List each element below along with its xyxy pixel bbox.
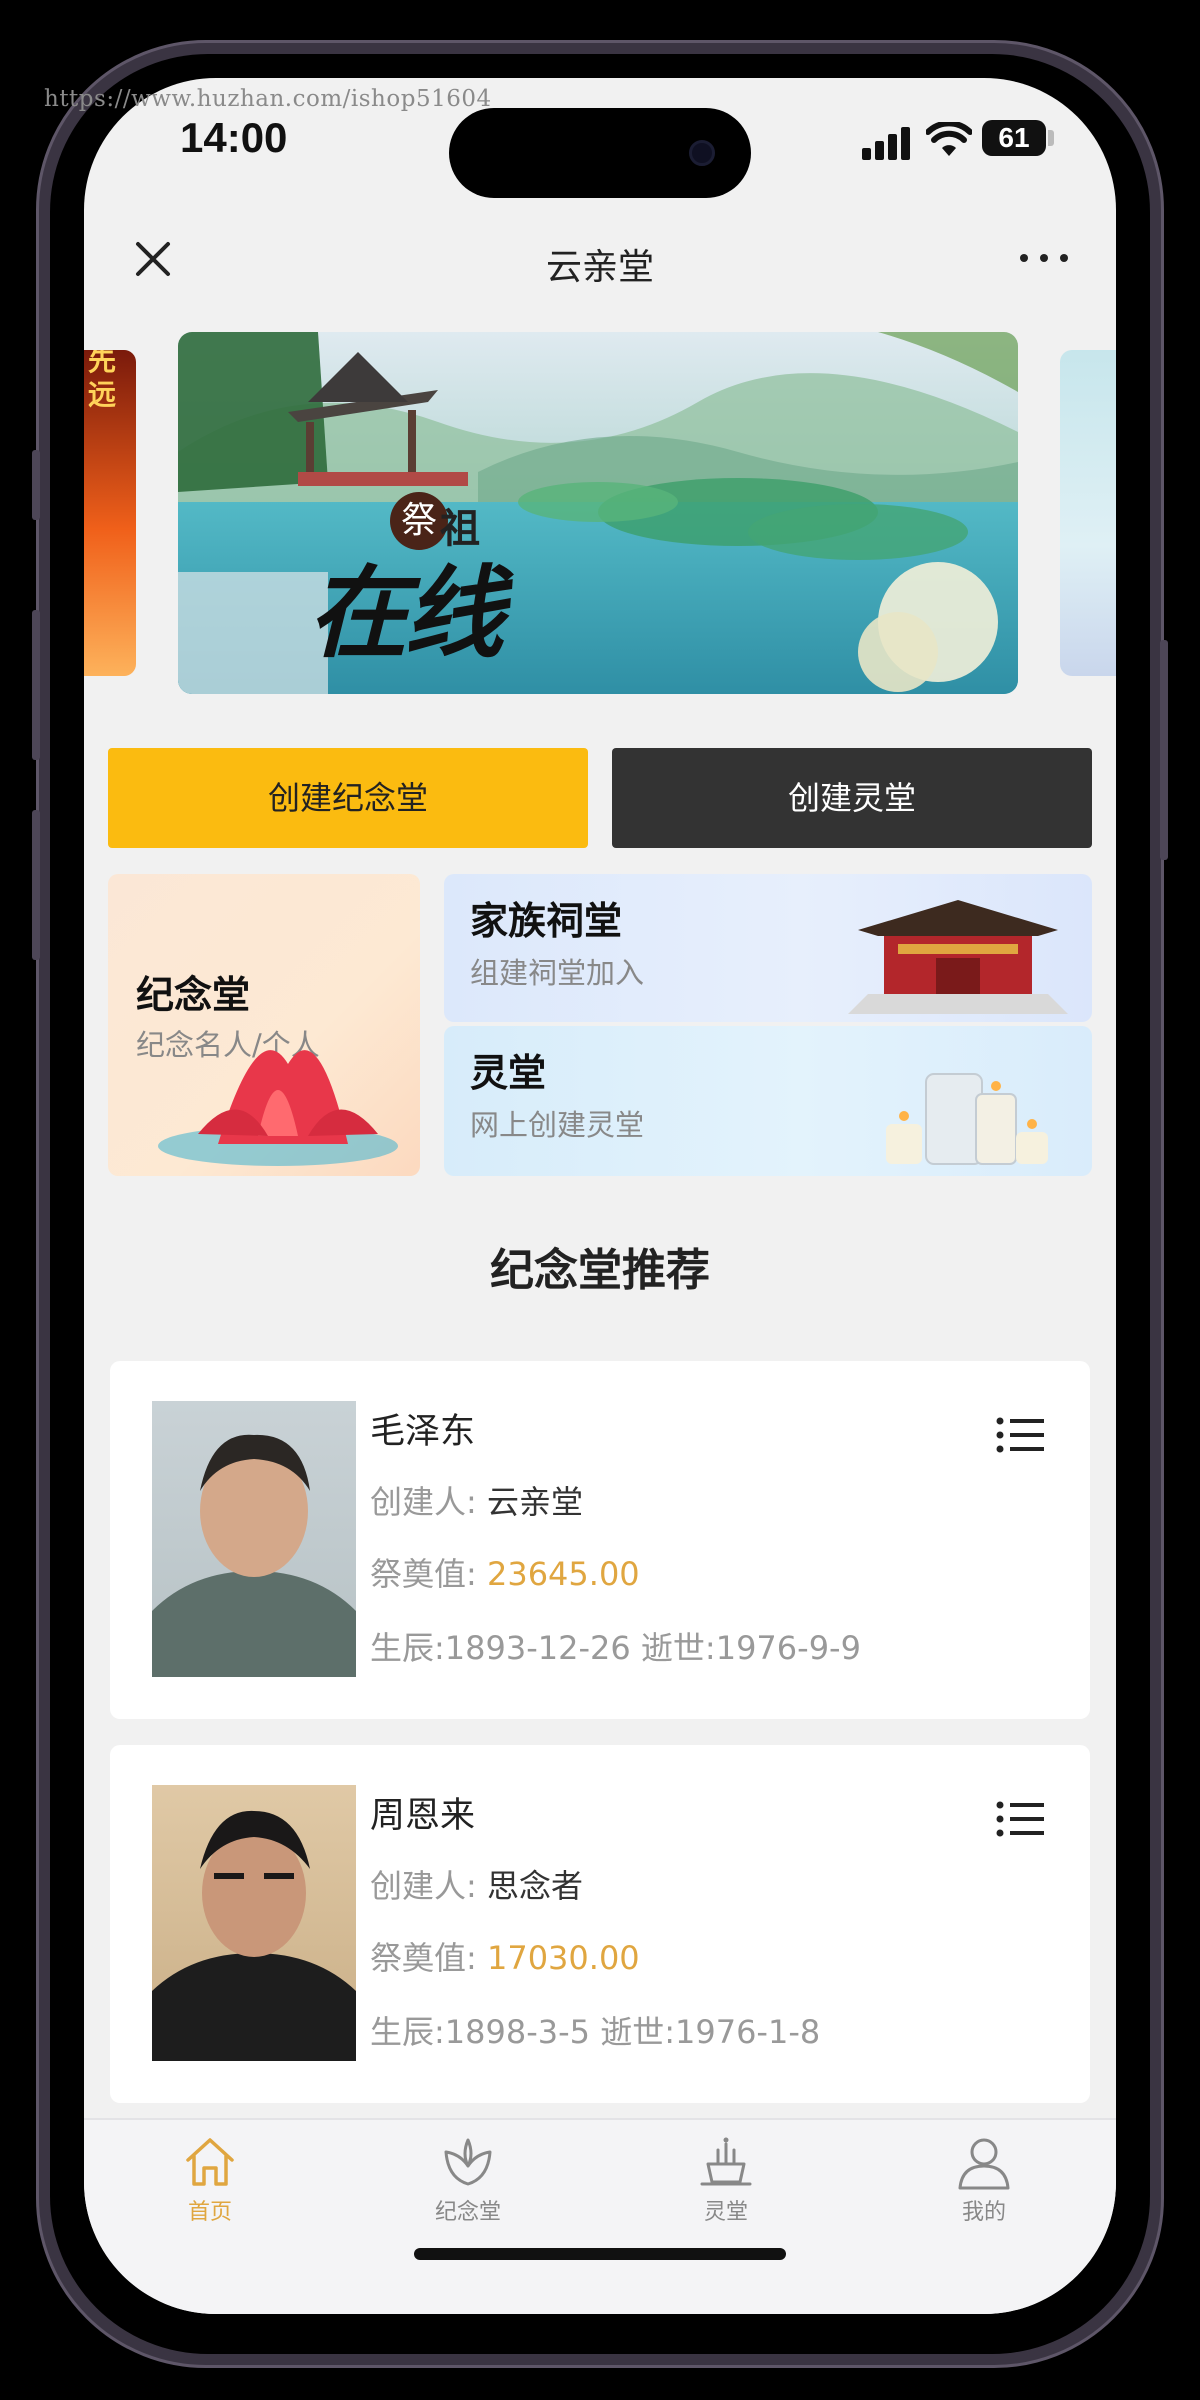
prev-slide-preview[interactable]: 先远 bbox=[84, 350, 136, 676]
portrait-image bbox=[152, 1434, 356, 1677]
category-title: 家族祠堂 bbox=[470, 899, 623, 943]
dynamic-island bbox=[449, 108, 751, 198]
category-clan-card[interactable]: 家族祠堂 组建祠堂加入 bbox=[444, 874, 1092, 1022]
lotus-icon bbox=[444, 2138, 492, 2186]
signal-icon bbox=[862, 126, 912, 160]
section-title: 纪念堂推荐 bbox=[490, 1245, 710, 1296]
creator-label: 创建人: bbox=[370, 1483, 477, 1521]
side-button bbox=[1160, 640, 1168, 860]
offering-row: 祭奠值: 23645.00 bbox=[370, 1549, 640, 1595]
life-dates: 生辰:1893-12-26 逝世:1976-9-9 bbox=[370, 1629, 861, 1667]
tab-label: 纪念堂 bbox=[434, 2200, 501, 2225]
battery-indicator: 61 bbox=[982, 120, 1046, 156]
creator-value: 云亲堂 bbox=[486, 1483, 583, 1521]
tab-memorial[interactable]: 纪念堂 bbox=[408, 2134, 528, 2244]
creator-row: 创建人: 云亲堂 bbox=[370, 1477, 583, 1523]
tab-home[interactable]: 首页 bbox=[150, 2134, 270, 2244]
category-subtitle: 网上创建灵堂 bbox=[470, 1108, 645, 1142]
side-button bbox=[32, 450, 40, 520]
offering-value: 17030.00 bbox=[486, 1939, 640, 1977]
next-slide-preview[interactable] bbox=[1060, 350, 1116, 676]
tab-label: 我的 bbox=[961, 2200, 1006, 2225]
tab-profile[interactable]: 我的 bbox=[924, 2134, 1044, 2244]
banner-title-side: 祖 bbox=[440, 505, 480, 552]
side-button bbox=[32, 810, 40, 960]
memorial-card[interactable]: 周恩来 创建人: 思念者 祭奠值: 17030.00 生辰:1898-3-5 逝… bbox=[110, 1745, 1090, 2103]
category-memorial-card[interactable]: 纪念堂 纪念名人/个人 bbox=[108, 874, 420, 1176]
more-icon[interactable] bbox=[1020, 250, 1076, 266]
nav-bar: 云亲堂 bbox=[84, 216, 1116, 302]
banner-slide[interactable]: 在线 祭 祖 bbox=[178, 332, 1018, 694]
home-indicator[interactable] bbox=[414, 2248, 786, 2260]
temple-illustration bbox=[848, 900, 1068, 1014]
offering-label: 祭奠值: bbox=[370, 1939, 477, 1977]
banner-carousel[interactable]: 先远 在线 祭 祖 bbox=[84, 332, 1116, 694]
offering-row: 祭奠值: 17030.00 bbox=[370, 1933, 640, 1979]
app-screen: 14:00 61 云亲堂 先远 在线 祭 祖 创建纪念堂 创建灵堂 纪念堂 纪念… bbox=[84, 78, 1116, 2314]
list-icon[interactable] bbox=[996, 1799, 1044, 1839]
offering-label: 祭奠值: bbox=[370, 1555, 477, 1593]
create-shrine-button[interactable]: 创建灵堂 bbox=[612, 748, 1092, 848]
category-title: 灵堂 bbox=[470, 1051, 547, 1095]
bottom-tab-bar: 首页 纪念堂 灵堂 我的 bbox=[84, 2118, 1116, 2314]
category-shrine-card[interactable]: 灵堂 网上创建灵堂 bbox=[444, 1026, 1092, 1176]
candles-illustration bbox=[886, 1073, 1048, 1165]
category-subtitle: 组建祠堂加入 bbox=[470, 956, 645, 990]
wifi-icon bbox=[926, 122, 972, 156]
tab-label: 灵堂 bbox=[703, 2200, 748, 2225]
life-dates: 生辰:1898-3-5 逝世:1976-1-8 bbox=[370, 2013, 821, 2051]
user-icon bbox=[958, 2138, 1010, 2190]
portrait-photo bbox=[152, 1785, 356, 2061]
tab-label: 首页 bbox=[187, 2200, 232, 2225]
home-icon bbox=[186, 2138, 234, 2186]
creator-value: 思念者 bbox=[486, 1867, 583, 1905]
portrait-photo bbox=[152, 1401, 356, 1677]
incense-icon bbox=[700, 2137, 752, 2186]
memorial-card[interactable]: 毛泽东 创建人: 云亲堂 祭奠值: 23645.00 生辰:1893-12-26… bbox=[110, 1361, 1090, 1719]
side-button bbox=[32, 610, 40, 760]
banner-landscape-image bbox=[178, 332, 1018, 694]
prev-slide-text: 先远 bbox=[88, 350, 117, 411]
list-icon[interactable] bbox=[996, 1415, 1044, 1455]
person-name: 周恩来 bbox=[370, 1796, 476, 1836]
tab-shrine[interactable]: 灵堂 bbox=[666, 2134, 786, 2244]
person-name: 毛泽东 bbox=[370, 1412, 476, 1452]
offering-value: 23645.00 bbox=[486, 1555, 640, 1593]
page-title: 云亲堂 bbox=[545, 247, 654, 288]
create-memorial-button[interactable]: 创建纪念堂 bbox=[108, 748, 588, 848]
creator-label: 创建人: bbox=[370, 1867, 477, 1905]
camera-icon bbox=[689, 140, 715, 166]
status-time: 14:00 bbox=[180, 114, 288, 161]
creator-row: 创建人: 思念者 bbox=[370, 1861, 583, 1907]
watermark-url: https://www.huzhan.com/ishop51604 bbox=[44, 86, 492, 112]
lotus-illustration bbox=[158, 1050, 398, 1166]
battery-tip bbox=[1048, 130, 1054, 146]
portrait-image bbox=[152, 1810, 356, 2061]
